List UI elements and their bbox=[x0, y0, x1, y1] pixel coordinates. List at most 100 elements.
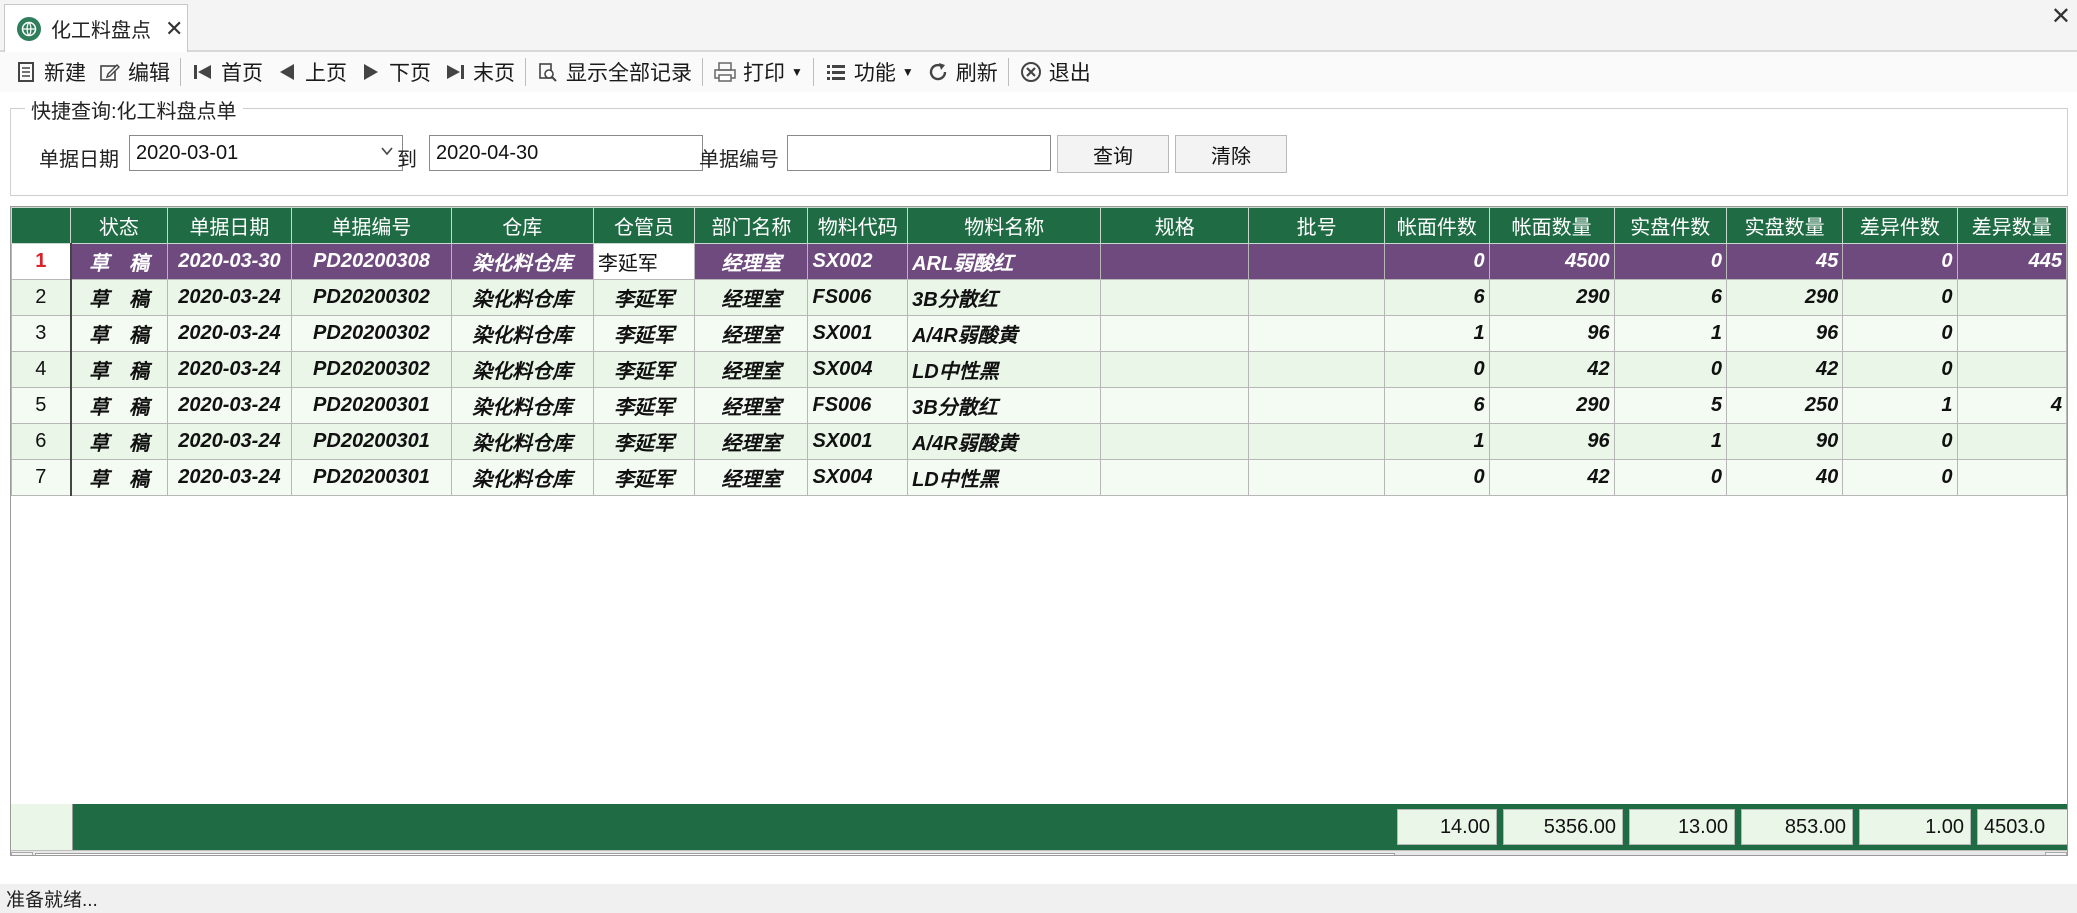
cell-warehouse[interactable]: 染化料仓库 bbox=[450, 459, 594, 496]
cell-book-quantity[interactable]: 290 bbox=[1488, 387, 1615, 424]
cell-diff-quantity[interactable] bbox=[1956, 423, 2067, 460]
table-row[interactable]: 3草 稿 2020-03-24 PD20200302 染化料仓库 李延军 经理室 SX001… bbox=[11, 315, 2067, 352]
cell-date[interactable]: 2020-03-24 bbox=[166, 279, 293, 316]
cell-warehouse[interactable]: 染化料仓库 bbox=[450, 387, 594, 424]
cell-department[interactable]: 经理室 bbox=[694, 387, 809, 424]
cell-doc-number[interactable]: PD20200308 bbox=[291, 243, 452, 280]
functions-button[interactable]: 功能 ▼ bbox=[818, 54, 920, 90]
column-header[interactable]: 状态 bbox=[70, 207, 168, 244]
cell-date[interactable]: 2020-03-24 bbox=[166, 315, 293, 352]
cell-spec[interactable] bbox=[1100, 279, 1250, 316]
cell-spec[interactable] bbox=[1100, 459, 1250, 496]
cell-batch[interactable] bbox=[1248, 351, 1386, 388]
cell-doc-number[interactable]: PD20200301 bbox=[291, 423, 452, 460]
cell-status[interactable]: 草 稿 bbox=[70, 315, 168, 352]
cell-batch[interactable] bbox=[1248, 243, 1386, 280]
cell-status[interactable]: 草 稿 bbox=[70, 387, 168, 424]
date-to-input[interactable]: 2020-04-30 bbox=[429, 135, 703, 171]
cell-batch[interactable] bbox=[1248, 459, 1386, 496]
cell-batch[interactable] bbox=[1248, 423, 1386, 460]
cell-actual-pieces[interactable]: 6 bbox=[1613, 279, 1727, 316]
cell-material-name[interactable]: LD中性黑 bbox=[907, 459, 1102, 496]
column-header[interactable]: 仓管员 bbox=[592, 207, 696, 244]
cell-book-pieces[interactable]: 1 bbox=[1384, 423, 1490, 460]
cell-keeper[interactable]: 李延军 bbox=[592, 387, 696, 424]
cell-material-name[interactable]: 3B分散红 bbox=[907, 387, 1102, 424]
column-header[interactable]: 批号 bbox=[1248, 207, 1386, 244]
edit-button[interactable]: 编辑 bbox=[92, 54, 176, 90]
cell-material-code[interactable]: FS006 bbox=[807, 387, 909, 424]
column-header[interactable]: 差异数量 bbox=[1956, 207, 2067, 244]
date-from-select[interactable]: 2020-03-01 bbox=[129, 135, 403, 171]
cell-doc-number[interactable]: PD20200302 bbox=[291, 279, 452, 316]
column-header[interactable]: 差异件数 bbox=[1842, 207, 1958, 244]
column-header[interactable]: 物料代码 bbox=[807, 207, 909, 244]
cell-actual-pieces[interactable]: 0 bbox=[1613, 351, 1727, 388]
cell-batch[interactable] bbox=[1248, 387, 1386, 424]
cell-book-pieces[interactable]: 1 bbox=[1384, 315, 1490, 352]
show-all-button[interactable]: 显示全部记录 bbox=[530, 54, 698, 90]
cell-batch[interactable] bbox=[1248, 279, 1386, 316]
cell-material-code[interactable]: SX004 bbox=[807, 459, 909, 496]
cell-material-code[interactable]: SX002 bbox=[807, 243, 909, 280]
cell-diff-quantity[interactable] bbox=[1956, 351, 2067, 388]
cell-actual-pieces[interactable]: 5 bbox=[1613, 387, 1727, 424]
cell-diff-quantity[interactable] bbox=[1956, 279, 2067, 316]
cell-department[interactable]: 经理室 bbox=[694, 351, 809, 388]
cell-status[interactable]: 草 稿 bbox=[70, 459, 168, 496]
scroll-left-icon[interactable]: ◀ bbox=[11, 852, 33, 855]
row-number[interactable]: 2 bbox=[11, 279, 72, 316]
column-header[interactable]: 实盘数量 bbox=[1725, 207, 1844, 244]
cell-warehouse[interactable]: 染化料仓库 bbox=[450, 315, 594, 352]
table-row[interactable]: 7草 稿 2020-03-24 PD20200301 染化料仓库 李延军 经理室 SX004… bbox=[11, 459, 2067, 496]
cell-spec[interactable] bbox=[1100, 351, 1250, 388]
cell-department[interactable]: 经理室 bbox=[694, 315, 809, 352]
cell-diff-quantity[interactable]: 445 bbox=[1956, 243, 2067, 280]
column-header[interactable]: 物料名称 bbox=[907, 207, 1102, 244]
column-header[interactable]: 单据编号 bbox=[291, 207, 452, 244]
cell-book-pieces[interactable]: 6 bbox=[1384, 279, 1490, 316]
cell-actual-pieces[interactable]: 1 bbox=[1613, 423, 1727, 460]
first-page-button[interactable]: 首页 bbox=[185, 54, 269, 90]
cell-department[interactable]: 经理室 bbox=[694, 459, 809, 496]
last-page-button[interactable]: 末页 bbox=[437, 54, 521, 90]
cell-department[interactable]: 经理室 bbox=[694, 279, 809, 316]
cell-keeper[interactable]: 李延军 bbox=[592, 423, 696, 460]
cell-spec[interactable] bbox=[1100, 423, 1250, 460]
column-header[interactable]: 实盘件数 bbox=[1613, 207, 1727, 244]
cell-diff-pieces[interactable]: 0 bbox=[1842, 459, 1958, 496]
clear-button[interactable]: 清除 bbox=[1175, 135, 1287, 173]
chevron-down-icon[interactable] bbox=[380, 144, 394, 161]
cell-book-pieces[interactable]: 0 bbox=[1384, 243, 1490, 280]
cell-book-quantity[interactable]: 96 bbox=[1488, 423, 1615, 460]
cell-book-quantity[interactable]: 290 bbox=[1488, 279, 1615, 316]
cell-book-pieces[interactable]: 0 bbox=[1384, 351, 1490, 388]
scroll-thumb[interactable] bbox=[35, 853, 1395, 855]
next-page-button[interactable]: 下页 bbox=[353, 54, 437, 90]
row-number[interactable]: 1 bbox=[11, 243, 72, 280]
print-button[interactable]: 打印 ▼ bbox=[707, 54, 809, 90]
cell-actual-quantity[interactable]: 290 bbox=[1725, 279, 1844, 316]
cell-doc-number[interactable]: PD20200302 bbox=[291, 315, 452, 352]
horizontal-scrollbar[interactable]: ◀ ▶ bbox=[11, 850, 2067, 855]
cell-book-quantity[interactable]: 42 bbox=[1488, 459, 1615, 496]
cell-book-quantity[interactable]: 96 bbox=[1488, 315, 1615, 352]
cell-warehouse[interactable]: 染化料仓库 bbox=[450, 279, 594, 316]
cell-batch[interactable] bbox=[1248, 315, 1386, 352]
cell-date[interactable]: 2020-03-24 bbox=[166, 351, 293, 388]
refresh-button[interactable]: 刷新 bbox=[920, 54, 1004, 90]
column-header[interactable]: 规格 bbox=[1100, 207, 1250, 244]
cell-material-code[interactable]: SX001 bbox=[807, 423, 909, 460]
cell-date[interactable]: 2020-03-24 bbox=[166, 387, 293, 424]
row-number[interactable]: 5 bbox=[11, 387, 72, 424]
cell-diff-quantity[interactable]: 4 bbox=[1956, 387, 2067, 424]
cell-date[interactable]: 2020-03-30 bbox=[166, 243, 293, 280]
cell-actual-quantity[interactable]: 250 bbox=[1725, 387, 1844, 424]
cell-actual-quantity[interactable]: 90 bbox=[1725, 423, 1844, 460]
cell-doc-number[interactable]: PD20200301 bbox=[291, 387, 452, 424]
cell-material-code[interactable]: SX001 bbox=[807, 315, 909, 352]
query-button[interactable]: 查询 bbox=[1057, 135, 1169, 173]
cell-keeper[interactable]: 李延军 bbox=[592, 243, 696, 280]
cell-keeper[interactable]: 李延军 bbox=[592, 351, 696, 388]
cell-material-name[interactable]: 3B分散红 bbox=[907, 279, 1102, 316]
